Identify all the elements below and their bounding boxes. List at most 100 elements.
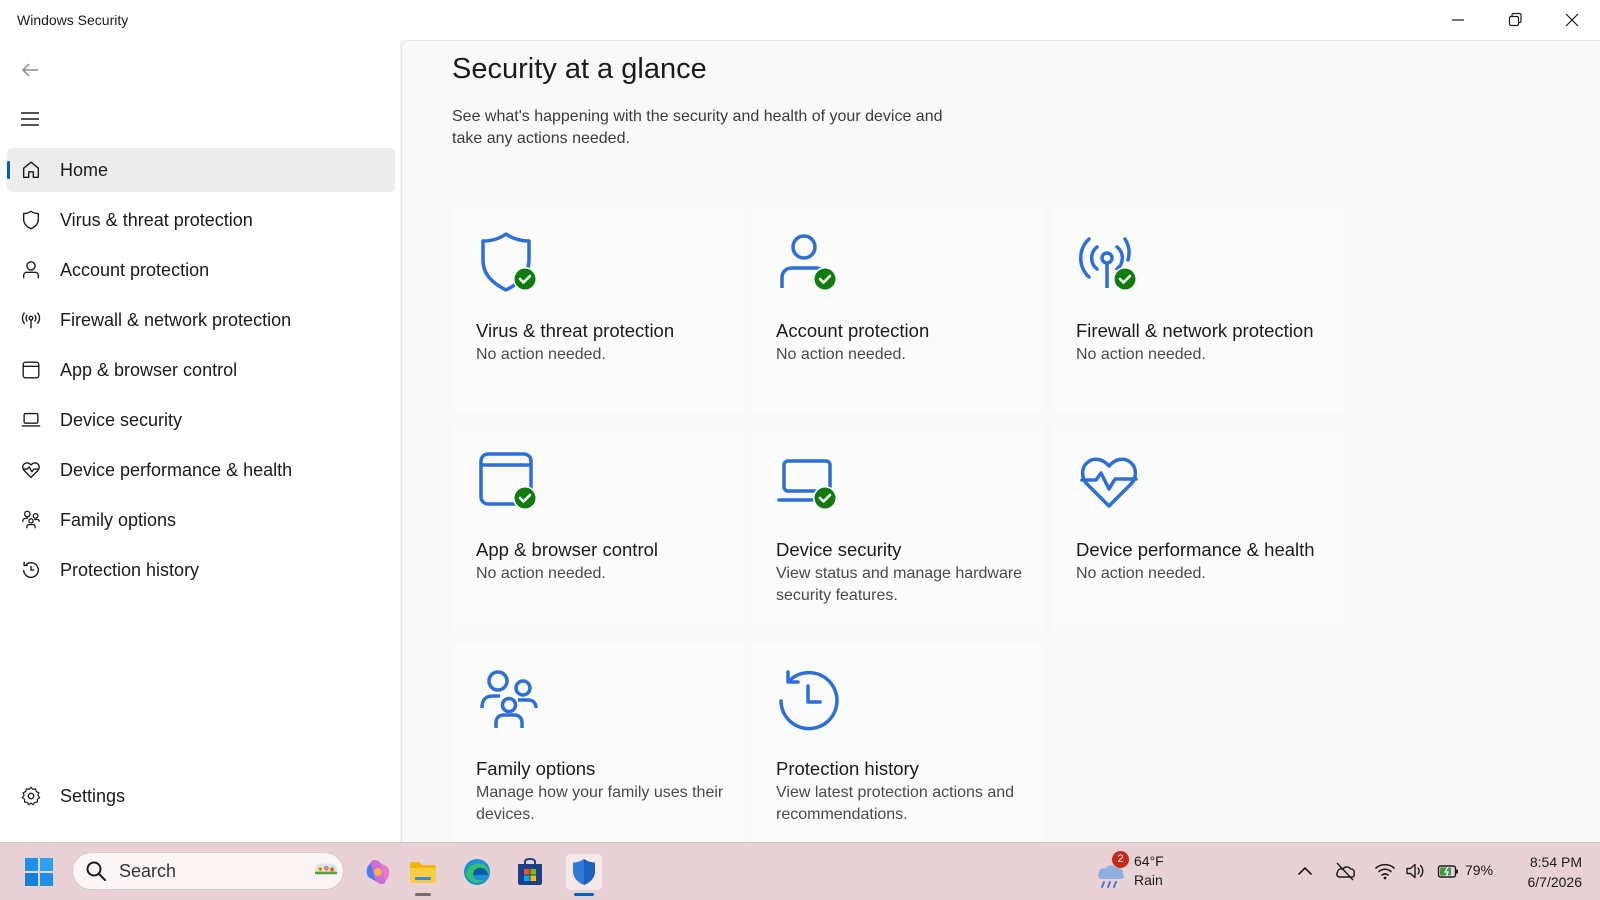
clock[interactable]: 8:54 PM 6/7/2026 (1528, 852, 1583, 892)
menu-button[interactable] (18, 107, 42, 131)
taskbar-store[interactable] (512, 854, 548, 890)
sidebar-item-device-performance[interactable]: Device performance & health (7, 448, 395, 492)
nav-list: Home Virus & threat protection Account p… (7, 148, 395, 598)
clock-time: 8:54 PM (1529, 854, 1582, 870)
taskbar-copilot[interactable] (360, 854, 396, 890)
battery-percent: 79% (1465, 862, 1494, 878)
card-device-security[interactable]: Device security View status and manage h… (752, 425, 1044, 631)
card-protection-history[interactable]: Protection history View latest protectio… (752, 644, 1044, 842)
hamburger-icon (21, 112, 39, 126)
card-family[interactable]: Family options Manage how your family us… (452, 644, 744, 842)
start-button[interactable] (24, 857, 54, 887)
sidebar-item-home[interactable]: Home (7, 148, 395, 192)
title-bar: Windows Security (0, 0, 1600, 40)
wifi-icon (1375, 863, 1395, 880)
card-status: No action needed. (1076, 346, 1206, 363)
close-button[interactable] (1543, 0, 1600, 40)
gear-icon (20, 785, 42, 807)
card-title: Device performance & health (1076, 539, 1315, 560)
battery-tray[interactable] (1437, 860, 1459, 882)
taskbar-file-explorer[interactable] (405, 854, 441, 896)
volume-icon (1406, 863, 1424, 879)
family-icon (476, 668, 542, 734)
heart-pulse-icon (1076, 449, 1142, 515)
volume-tray[interactable] (1404, 860, 1426, 882)
restore-button[interactable] (1486, 0, 1543, 40)
card-title: Firewall & network protection (1076, 320, 1314, 341)
flowers-icon (315, 863, 337, 875)
sidebar-item-virus-threat[interactable]: Virus & threat protection (7, 198, 395, 242)
sidebar-item-family[interactable]: Family options (7, 498, 395, 542)
sidebar-item-app-browser[interactable]: App & browser control (7, 348, 395, 392)
search-label: Search (119, 860, 177, 881)
weather-temp: 64°F (1134, 853, 1164, 869)
card-title: Family options (476, 758, 596, 779)
sidebar-item-protection-history[interactable]: Protection history (7, 548, 395, 592)
onedrive-tray[interactable] (1334, 860, 1356, 882)
taskbar-windows-security[interactable] (566, 854, 602, 896)
sidebar-item-device-security[interactable]: Device security (7, 398, 395, 442)
person-check-icon (776, 230, 842, 296)
page-title: Security at a glance (452, 53, 707, 85)
card-status: No action needed. (476, 346, 606, 363)
taskbar: Search 2 64°F Rain 79% 8:54 PM 6/7/2026 (0, 842, 1600, 900)
security-shield-icon (573, 859, 595, 885)
card-app-browser[interactable]: App & browser control No action needed. (452, 425, 744, 631)
sidebar: Home Virus & threat protection Account p… (0, 40, 400, 842)
laptop-check-icon (776, 449, 842, 515)
laptop-icon (20, 409, 42, 431)
card-status: View latest protection actions and recom… (776, 784, 1015, 823)
show-hidden-icons-button[interactable] (1294, 860, 1316, 882)
taskbar-edge[interactable] (459, 854, 495, 890)
sidebar-item-settings[interactable]: Settings (7, 774, 395, 818)
card-virus-threat[interactable]: Virus & threat protection No action need… (452, 206, 744, 412)
person-icon (20, 259, 42, 281)
restore-icon (1508, 12, 1522, 27)
close-icon (1565, 13, 1578, 27)
weather-widget[interactable]: 2 64°F Rain (1094, 851, 1204, 893)
card-title: Virus & threat protection (476, 320, 675, 341)
card-device-performance[interactable]: Device performance & health No action ne… (1052, 425, 1344, 631)
sidebar-item-label: Family options (60, 509, 177, 530)
folder-icon (410, 862, 436, 883)
weather-badge: 2 (1112, 851, 1129, 868)
battery-charging-icon (1437, 865, 1458, 878)
sidebar-item-label: Firewall & network protection (60, 309, 292, 330)
main-content: Security at a glance See what's happenin… (401, 40, 1600, 842)
edge-icon (464, 859, 490, 885)
card-status: No action needed. (776, 346, 906, 363)
card-title-block: Protection history View latest protectio… (776, 756, 1026, 826)
sidebar-item-label: Device security (60, 409, 183, 430)
app-window-check-icon (476, 449, 542, 515)
card-status: View status and manage hardware security… (776, 565, 1023, 604)
copilot-icon (366, 860, 390, 884)
family-icon (20, 509, 42, 531)
card-status: No action needed. (476, 565, 606, 582)
cloud-off-icon (1336, 862, 1356, 881)
store-icon (518, 857, 542, 885)
card-account[interactable]: Account protection No action needed. (752, 206, 1044, 412)
card-title-block: Device security View status and manage h… (776, 537, 1026, 607)
sidebar-item-account[interactable]: Account protection (7, 248, 395, 292)
taskbar-search[interactable]: Search (72, 852, 344, 890)
clock-date: 6/7/2026 (1527, 874, 1583, 890)
window-controls (1429, 0, 1600, 40)
sidebar-item-label: Device performance & health (60, 459, 293, 480)
card-firewall[interactable]: Firewall & network protection No action … (1052, 206, 1344, 412)
card-title-block: Device performance & health No action ne… (1076, 537, 1326, 585)
card-title-block: Virus & threat protection No action need… (476, 318, 726, 366)
weather-condition: Rain (1134, 872, 1163, 888)
card-title: Device security (776, 539, 902, 560)
back-button[interactable] (18, 58, 42, 82)
minimize-icon (1451, 19, 1464, 21)
running-indicator (574, 893, 594, 896)
back-arrow-icon (21, 63, 38, 77)
history-icon (20, 559, 42, 581)
minimize-button[interactable] (1429, 0, 1486, 40)
sidebar-item-label: App & browser control (60, 359, 238, 380)
card-title-block: Firewall & network protection No action … (1076, 318, 1326, 366)
card-status: No action needed. (1076, 565, 1206, 582)
sidebar-item-firewall[interactable]: Firewall & network protection (7, 298, 395, 342)
windows-logo-icon (25, 858, 53, 886)
wifi-tray[interactable] (1374, 860, 1396, 882)
